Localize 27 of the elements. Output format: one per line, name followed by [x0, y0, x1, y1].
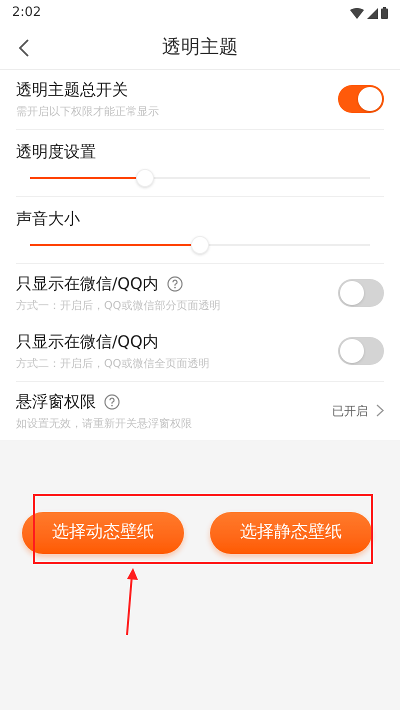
battery-icon: [381, 7, 388, 19]
slider-thumb[interactable]: [191, 236, 209, 254]
signal-icon: [367, 8, 378, 18]
setting-label: 只显示在微信/QQ内: [16, 331, 159, 353]
help-icon[interactable]: [104, 394, 120, 410]
setting-description: 方式二：开启后，QQ或微信全页面透明: [16, 356, 210, 372]
setting-label: 悬浮窗权限: [16, 390, 96, 412]
status-value: 已开启: [332, 402, 368, 420]
setting-description: 方式一：开启后，QQ或微信部分页面透明: [16, 298, 220, 314]
wallpaper-button[interactable]: 选择静态壁纸: [210, 512, 372, 554]
setting-description: 如设置无效，请重新开关悬浮窗权限: [16, 416, 192, 432]
setting-label: 只显示在微信/QQ内: [16, 272, 159, 294]
wallpaper-button[interactable]: 选择动态壁纸: [22, 512, 184, 554]
status-time: 2:02: [12, 4, 42, 22]
setting-label: 声音大小: [16, 208, 81, 230]
setting-label: 透明主题总开关: [16, 79, 128, 101]
toggle-switch[interactable]: [338, 85, 384, 114]
chevron-right-icon[interactable]: [376, 404, 384, 418]
toggle-switch[interactable]: [338, 278, 384, 307]
setting-label: 透明度设置: [16, 140, 97, 162]
slider-thumb[interactable]: [136, 168, 154, 186]
setting-description: 需开启以下权限才能正常显示: [16, 104, 159, 120]
toggle-switch[interactable]: [338, 337, 384, 366]
back-icon[interactable]: [18, 38, 30, 58]
wifi-icon: [350, 8, 364, 18]
page-title: 透明主题: [162, 35, 238, 60]
help-icon[interactable]: [166, 276, 183, 292]
